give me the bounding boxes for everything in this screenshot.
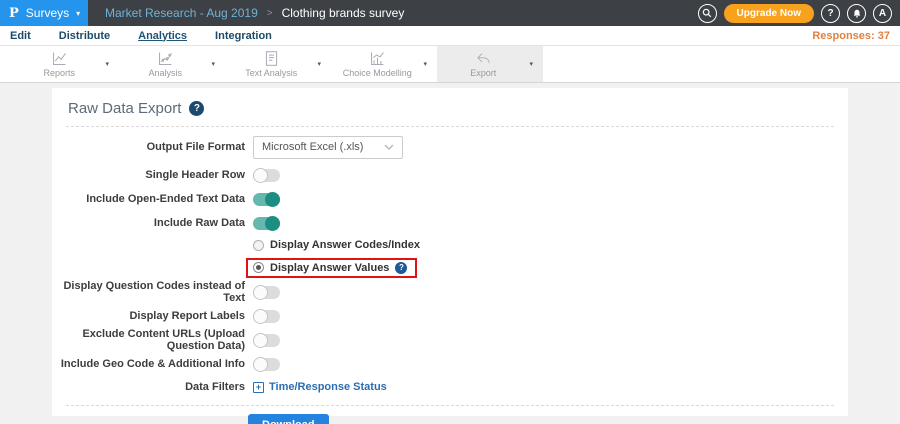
notifications-button[interactable] <box>847 3 866 23</box>
toolbar-label: Choice Modelling <box>342 68 412 78</box>
question-codes-label: Display Question Codes instead of Text <box>63 280 245 304</box>
app-window: P Surveys ▾ Market Research - Aug 2019 >… <box>0 0 900 424</box>
bell-icon <box>853 9 860 18</box>
avatar[interactable]: A <box>873 3 892 23</box>
data-filters-label: Data Filters <box>185 381 245 393</box>
breadcrumb-separator: > <box>266 7 273 19</box>
output-format-value: Microsoft Excel (.xls) <box>262 141 364 153</box>
toolbar-reports[interactable]: Reports ▾ <box>13 46 119 82</box>
time-response-status-label: Time/Response Status <box>269 381 387 393</box>
toolbar-choice-modelling[interactable]: Choice Modelling ▾ <box>331 46 437 82</box>
upgrade-now-button[interactable]: Upgrade Now <box>723 3 814 23</box>
report-labels-toggle[interactable] <box>253 308 280 324</box>
question-codes-toggle[interactable] <box>253 284 280 300</box>
include-open-ended-label: Include Open-Ended Text Data <box>86 193 245 205</box>
chevron-down-icon[interactable]: ▾ <box>317 60 331 68</box>
chevron-down-icon[interactable]: ▾ <box>105 60 119 68</box>
topbar-actions: Upgrade Now ? A <box>697 3 900 23</box>
export-arrow-icon <box>475 50 492 67</box>
answer-codes-radio-label: Display Answer Codes/Index <box>270 239 420 251</box>
combo-chart-icon <box>369 50 386 67</box>
single-header-row-label: Single Header Row <box>145 169 245 181</box>
questionpro-logo: P <box>9 5 19 21</box>
geo-code-label: Include Geo Code & Additional Info <box>60 358 245 370</box>
raw-data-export-panel: Raw Data Export ? Output File Format Mic… <box>52 88 848 424</box>
toolbar-analysis[interactable]: Analysis ▾ <box>119 46 225 82</box>
breadcrumb-survey-name: Clothing brands survey <box>281 6 405 20</box>
chevron-down-icon[interactable]: ▾ <box>529 60 543 68</box>
survey-nav: Edit Distribute Analytics Integration Re… <box>0 26 900 46</box>
output-format-select[interactable]: Microsoft Excel (.xls) <box>253 135 403 159</box>
toolbar-label: Text Analysis <box>245 68 298 78</box>
scatter-chart-icon <box>157 50 174 67</box>
single-header-row-toggle[interactable] <box>253 167 280 183</box>
include-raw-data-toggle[interactable] <box>253 215 280 231</box>
help-icon[interactable]: ? <box>395 261 408 274</box>
line-chart-icon <box>51 50 68 67</box>
toolbar-label: Reports <box>43 68 75 78</box>
highlight-box: Display Answer Values ? <box>246 257 418 278</box>
output-format-label: Output File Format <box>146 141 245 153</box>
chevron-down-icon[interactable]: ▾ <box>211 60 225 68</box>
surveys-menu-label: Surveys <box>25 6 70 20</box>
export-options-form: Output File Format Microsoft Excel (.xls… <box>52 127 848 424</box>
exclude-content-urls-toggle[interactable] <box>253 332 280 348</box>
chevron-down-icon: ▾ <box>76 8 81 18</box>
time-response-status-link[interactable]: + Time/Response Status <box>253 381 387 393</box>
responses-count: Responses: 37 <box>812 29 890 42</box>
breadcrumb-folder[interactable]: Market Research - Aug 2019 <box>105 6 258 20</box>
help-button[interactable]: ? <box>821 3 840 23</box>
chevron-down-icon[interactable]: ▾ <box>423 60 437 68</box>
include-raw-data-label: Include Raw Data <box>153 217 245 229</box>
document-icon <box>263 50 280 67</box>
toolbar-label: Export <box>470 68 497 78</box>
download-button[interactable]: Download <box>248 414 329 424</box>
nav-tab-integration[interactable]: Integration <box>215 30 272 42</box>
nav-tab-distribute[interactable]: Distribute <box>59 30 110 42</box>
geo-code-toggle[interactable] <box>253 356 280 372</box>
nav-tab-edit[interactable]: Edit <box>10 30 31 42</box>
exclude-content-urls-label: Exclude Content URLs (Upload Question Da… <box>82 328 245 352</box>
toolbar-label: Analysis <box>148 68 182 78</box>
search-button[interactable] <box>697 3 717 23</box>
include-open-ended-toggle[interactable] <box>253 191 280 207</box>
answer-values-radio-label: Display Answer Values <box>270 261 390 274</box>
surveys-menu[interactable]: P Surveys ▾ <box>0 0 88 26</box>
answer-values-radio[interactable] <box>253 262 264 273</box>
chevron-down-icon <box>384 144 394 150</box>
toolbar-text-analysis[interactable]: Text Analysis ▾ <box>225 46 331 82</box>
help-icon[interactable]: ? <box>189 101 205 116</box>
toolbar-export[interactable]: Export ▾ <box>437 46 543 82</box>
nav-tab-analytics[interactable]: Analytics <box>138 30 187 42</box>
analytics-toolbar: Reports ▾ Analysis ▾ Text Analysis ▾ Cho… <box>0 46 900 83</box>
search-icon <box>702 8 712 18</box>
answer-codes-radio[interactable] <box>253 239 264 251</box>
breadcrumb: Market Research - Aug 2019 > Clothing br… <box>105 6 404 20</box>
report-labels-label: Display Report Labels <box>129 310 245 322</box>
plus-square-icon: + <box>253 381 264 393</box>
page-title: Raw Data Export <box>68 100 182 117</box>
topbar: P Surveys ▾ Market Research - Aug 2019 >… <box>0 0 900 26</box>
